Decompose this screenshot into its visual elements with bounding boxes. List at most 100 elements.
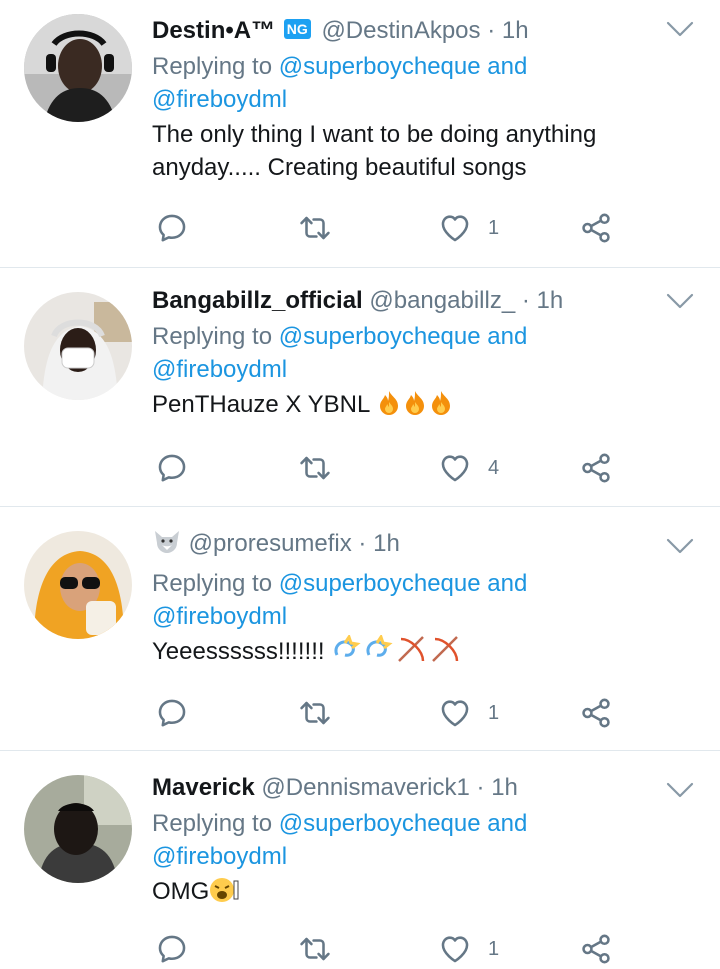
mention-link[interactable]: @superboycheque	[279, 570, 481, 597]
avatar[interactable]	[24, 531, 132, 639]
replying-and-text: and	[487, 810, 528, 837]
separator-dot: ·	[358, 530, 367, 557]
tweet[interactable]: Destin•A™ NG @DestinAkpos · 1h Replying …	[0, 0, 720, 268]
timestamp[interactable]: 1h	[373, 530, 400, 557]
display-name[interactable]: Maverick	[152, 774, 255, 801]
share-icon	[579, 211, 613, 245]
user-handle[interactable]: @bangabillz_	[369, 287, 515, 314]
like-button[interactable]: 1	[438, 693, 499, 733]
tweet[interactable]: @proresumefix · 1h Replying to @superboy…	[0, 507, 720, 751]
reply-icon	[155, 932, 189, 966]
reply-icon	[155, 696, 189, 730]
timestamp[interactable]: 1h	[502, 17, 529, 44]
retweet-button[interactable]	[298, 448, 332, 488]
tweet-header: Destin•A™ NG @DestinAkpos · 1h	[152, 16, 650, 46]
dizzy-and-bow-emoji-icon	[331, 633, 471, 672]
chevron-down-icon[interactable]	[666, 781, 694, 799]
mention-link[interactable]: @fireboydml	[152, 356, 287, 383]
reply-icon	[155, 211, 189, 245]
retweet-icon	[298, 451, 332, 485]
replying-to-label: Replying to	[152, 53, 273, 80]
avatar[interactable]	[24, 14, 132, 122]
retweet-icon	[298, 932, 332, 966]
timestamp[interactable]: 1h	[491, 774, 518, 801]
weary-face-emoji-icon	[209, 877, 239, 912]
tweet-text: PenTHauze X YBNL	[152, 388, 650, 425]
chevron-down-icon[interactable]	[666, 20, 694, 38]
retweet-icon	[298, 211, 332, 245]
replying-and-text: and	[487, 53, 528, 80]
retweet-icon	[298, 696, 332, 730]
display-name[interactable]: Bangabillz_official	[152, 287, 363, 314]
avatar[interactable]	[24, 775, 132, 883]
user-handle[interactable]: @Dennismaverick1	[261, 774, 469, 801]
chevron-down-icon[interactable]	[666, 537, 694, 555]
like-icon	[438, 696, 472, 730]
replying-to: Replying to @superboycheque and @fireboy…	[152, 567, 650, 633]
like-button[interactable]: 1	[438, 929, 499, 969]
timeline: Destin•A™ NG @DestinAkpos · 1h Replying …	[0, 0, 720, 949]
action-bar: 4	[155, 448, 625, 488]
like-icon	[438, 451, 472, 485]
fire-emoji-icon	[376, 390, 454, 425]
tweet-header: Maverick @Dennismaverick1 · 1h	[152, 773, 650, 803]
like-count: 4	[488, 456, 500, 479]
retweet-button[interactable]	[298, 693, 332, 733]
timestamp[interactable]: 1h	[537, 287, 564, 314]
reply-button[interactable]	[155, 929, 189, 969]
tweet-text: OMG	[152, 875, 650, 912]
action-bar: 1	[155, 208, 625, 248]
mention-link[interactable]: @fireboydml	[152, 86, 287, 113]
replying-and-text: and	[487, 323, 528, 350]
replying-to: Replying to @superboycheque and @fireboy…	[152, 320, 650, 386]
share-button[interactable]	[579, 208, 613, 248]
reply-button[interactable]	[155, 693, 189, 733]
like-button[interactable]: 4	[438, 448, 499, 488]
tweet[interactable]: Maverick @Dennismaverick1 · 1h Replying …	[0, 751, 720, 949]
country-flag: NG	[283, 19, 311, 39]
action-bar: 1	[155, 693, 625, 733]
mention-link[interactable]: @fireboydml	[152, 843, 287, 870]
reply-icon	[155, 451, 189, 485]
retweet-button[interactable]	[298, 929, 332, 969]
mention-link[interactable]: @superboycheque	[279, 53, 481, 80]
user-handle[interactable]: @DestinAkpos	[321, 17, 480, 44]
tweet-text-line: PenTHauze X YBNL	[152, 391, 370, 418]
replying-to: Replying to @superboycheque and @fireboy…	[152, 50, 650, 116]
reply-button[interactable]	[155, 208, 189, 248]
separator-dot: ·	[521, 287, 530, 314]
tweet-text-line: The only thing I want to be doing anythi…	[152, 121, 597, 148]
tweet-text-line: OMG	[152, 878, 210, 905]
separator-dot: ·	[487, 17, 496, 44]
retweet-button[interactable]	[298, 208, 332, 248]
share-button[interactable]	[579, 929, 613, 969]
share-icon	[579, 451, 613, 485]
separator-dot: ·	[476, 774, 485, 801]
replying-to-label: Replying to	[152, 323, 273, 350]
tweet-text: The only thing I want to be doing anythi…	[152, 118, 650, 184]
replying-and-text: and	[487, 570, 528, 597]
share-button[interactable]	[579, 693, 613, 733]
tweet-text: Yeeessssss!!!!!!!	[152, 633, 650, 672]
action-bar: 1	[155, 929, 625, 969]
reply-button[interactable]	[155, 448, 189, 488]
share-button[interactable]	[579, 448, 613, 488]
display-name[interactable]: Destin•A™	[152, 17, 275, 44]
like-count: 1	[488, 216, 500, 239]
replying-to-label: Replying to	[152, 570, 273, 597]
tweet-header: Bangabillz_official @bangabillz_ · 1h	[152, 286, 650, 316]
avatar[interactable]	[24, 292, 132, 400]
mention-link[interactable]: @superboycheque	[279, 810, 481, 837]
mention-link[interactable]: @fireboydml	[152, 603, 287, 630]
share-icon	[579, 696, 613, 730]
like-button[interactable]: 1	[438, 208, 499, 248]
replying-to: Replying to @superboycheque and @fireboy…	[152, 807, 650, 873]
mention-link[interactable]: @superboycheque	[279, 323, 481, 350]
like-count: 1	[488, 701, 500, 724]
tweet-text-line: anyday..... Creating beautiful songs	[152, 154, 527, 181]
chevron-down-icon[interactable]	[666, 292, 694, 310]
fox-emoji-icon	[152, 529, 182, 563]
tweet-text-line: Yeeessssss!!!!!!!	[152, 638, 325, 665]
tweet[interactable]: Bangabillz_official @bangabillz_ · 1h Re…	[0, 268, 720, 507]
user-handle[interactable]: @proresumefix	[189, 530, 352, 557]
